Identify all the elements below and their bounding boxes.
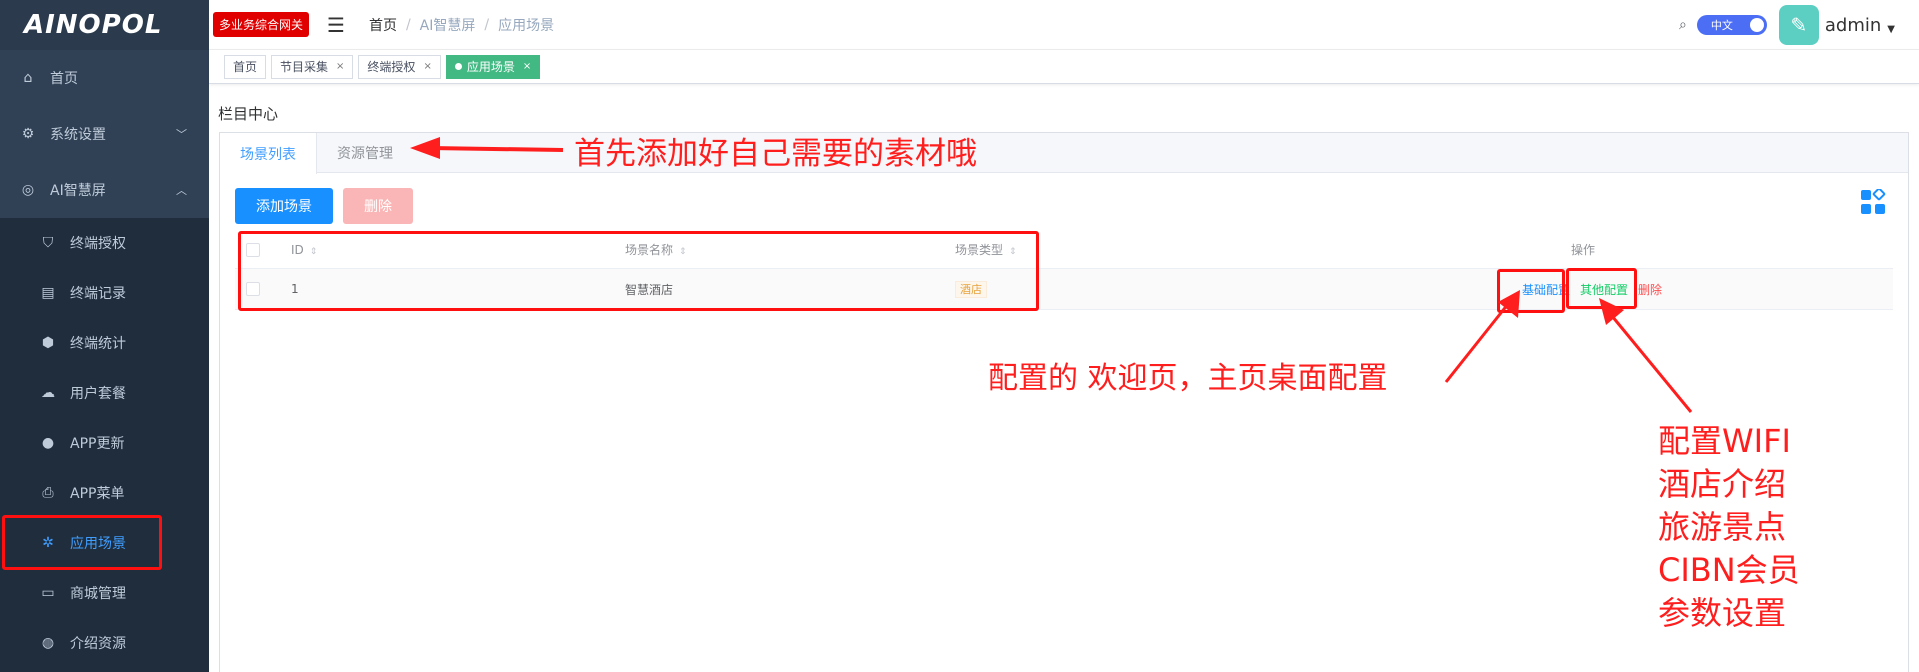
shop-icon: ▭ [41,585,55,601]
breadcrumb-item: 应用场景 [498,17,555,34]
add-scene-button[interactable]: 添加场景 [235,188,333,224]
avatar[interactable]: ✎ [1778,5,1819,45]
tag-program-collect[interactable]: 节目采集 × [271,54,354,79]
search-icon[interactable]: ⌕ [1679,17,1687,33]
delete-button[interactable]: 删除 [343,188,413,224]
shield-icon: ⛉ [42,235,54,251]
sidebar-item-label: 终端统计 [70,336,126,352]
sidebar-item-ai-screen[interactable]: ◎ AI智慧屏 ︿ [0,162,209,218]
delete-link[interactable]: 删除 [1638,281,1662,298]
language-label: 中文 [1710,19,1733,32]
sidebar-item-label: AI智慧屏 [50,183,106,199]
username[interactable]: admin [1825,15,1881,36]
tag-label: 节目采集 [280,60,329,74]
sidebar-item-system-settings[interactable]: ⚙ 系统设置 ﹀ [0,106,209,162]
sidebar-item-label: APP菜单 [70,486,125,502]
navbar: 多业务综合网关 ☰ 首页 / AI智慧屏 / 应用场景 ⌕ 中文 ✎ admin… [209,0,1919,50]
sidebar-item-label: 用户套餐 [70,386,126,402]
gear-icon: ⚙ [21,126,35,142]
globe-icon: ◍ [41,635,55,651]
language-toggle[interactable]: 中文 [1696,15,1767,35]
page-title: 栏目中心 [218,105,279,123]
tag-label: 应用场景 [466,60,515,74]
annotation-basic-note: 配置的 欢迎页，主页桌面配置 [988,361,1388,396]
sidebar-item-intro-resource[interactable]: ◍ 介绍资源 [0,618,209,668]
chevron-down-icon: ﹀ [176,128,187,141]
sidebar-item-home[interactable]: ⌂ 首页 [0,50,209,106]
sidebar-item-terminal-stats[interactable]: ⬢ 终端统计 [0,318,209,368]
toolbar: 添加场景 删除 [235,188,423,224]
annotation-resource-note: 首先添加好自己需要的素材哦 [574,136,977,172]
annotation-box-other-config [1566,268,1637,309]
app-root: AINOPOL ⌂ 首页 ⚙ 系统设置 ﹀ ◎ AI智慧屏 ︿ ⛉ 终端授权 ▤… [0,0,1919,672]
record-icon: ▤ [41,285,55,301]
column-header-operation: 操作 [1571,243,1596,257]
annotation-box-basic-config [1497,269,1565,313]
logo: AINOPOL [0,0,209,50]
breadcrumb: 首页 / AI智慧屏 / 应用场景 [368,15,555,35]
close-icon[interactable]: × [336,61,344,72]
tag-app-scene[interactable]: 应用场景 × [445,54,541,79]
tabs-header: 场景列表 资源管理 [220,133,1908,174]
annotation-line: 参数设置 [1658,594,1787,632]
gateway-badge[interactable]: 多业务综合网关 [213,12,310,37]
tags-view: 首页 节目采集 × 终端授权 × 应用场景 × [209,50,1919,84]
close-icon[interactable]: × [523,61,531,72]
annotation-line: CIBN会员 [1658,551,1800,589]
sidebar-item-label: 终端记录 [70,286,126,302]
sidebar-item-label: 首页 [50,71,78,87]
active-dot-icon [454,63,462,70]
toggle-knob [1749,18,1764,32]
update-icon: ● [41,435,55,451]
home-icon: ⌂ [23,70,33,86]
sidebar-item-terminal-record[interactable]: ▤ 终端记录 [0,268,209,318]
sidebar-item-shop[interactable]: ▭ 商城管理 [0,568,209,618]
stats-icon: ⬢ [41,335,55,351]
sidebar: AINOPOL ⌂ 首页 ⚙ 系统设置 ﹀ ◎ AI智慧屏 ︿ ⛉ 终端授权 ▤… [0,0,209,672]
tab-resource-management[interactable]: 资源管理 [317,133,413,173]
sidebar-item-terminal-auth[interactable]: ⛉ 终端授权 [0,218,209,268]
grid-view-icon[interactable] [1860,189,1886,215]
navbar-right: ⌕ 中文 ✎ admin ▼ [1679,0,1895,50]
tag-home[interactable]: 首页 [224,54,267,79]
sidebar-item-app-menu[interactable]: ⎙ APP菜单 [0,468,209,518]
annotation-line: 配置WIFI [1658,422,1791,460]
sidebar-item-user-package[interactable]: ☁ 用户套餐 [0,368,209,418]
annotation-box-sidebar [2,515,162,570]
annotation-line: 旅游景点 [1658,508,1787,546]
menu-icon: ⎙ [42,485,54,501]
annotation-box-table [238,231,1039,311]
sidebar-item-label: APP更新 [70,436,125,452]
tag-label: 首页 [233,60,258,74]
annotation-line: 酒店介绍 [1658,465,1787,503]
sidebar-item-label: 终端授权 [70,236,126,252]
tabs-card: 场景列表 资源管理 添加场景 删除 ID ⇕ 场景名称 ⇕ 场景类型 ⇕ 操作 … [219,132,1909,672]
screen-icon: ◎ [21,182,35,198]
sidebar-item-app-update[interactable]: ● APP更新 [0,418,209,468]
sidebar-item-label: 介绍资源 [70,636,126,652]
caret-down-icon[interactable]: ▼ [1887,24,1895,35]
annotation-other-note: 配置WIFI 酒店介绍 旅游景点 CIBN会员 参数设置 [1658,420,1800,635]
chevron-up-icon: ︿ [176,184,187,197]
sidebar-item-label: 系统设置 [50,127,106,143]
package-icon: ☁ [41,385,55,401]
tag-terminal-auth[interactable]: 终端授权 × [358,54,441,79]
close-icon[interactable]: × [423,61,431,72]
breadcrumb-item[interactable]: 首页 [369,15,397,35]
tab-scene-list[interactable]: 场景列表 [220,133,317,174]
tag-label: 终端授权 [367,60,416,74]
sidebar-item-label: 商城管理 [70,586,126,602]
breadcrumb-item: AI智慧屏 [419,17,476,34]
hamburger-icon[interactable]: ☰ [327,13,345,37]
